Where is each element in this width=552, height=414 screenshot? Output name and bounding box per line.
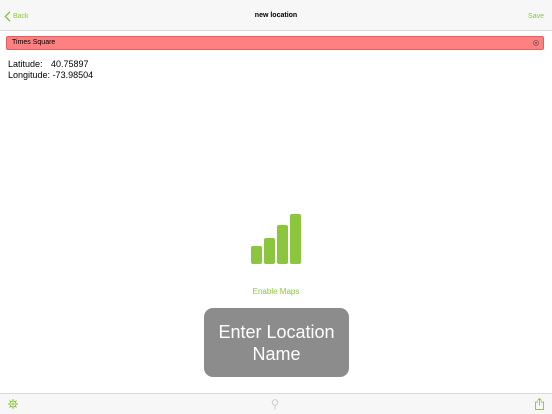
coordinates-readout: Latitude: 40.75897 Longitude: -73.98504 <box>8 59 93 81</box>
location-pin-icon[interactable] <box>271 399 279 410</box>
bottom-toolbar <box>0 393 552 414</box>
share-icon[interactable] <box>535 398 544 410</box>
signal-bars-icon <box>251 214 301 264</box>
search-value: Times Square <box>12 39 56 46</box>
location-search-field[interactable]: Times Square <box>6 36 544 50</box>
toast-message: Enter Location Name <box>204 308 349 377</box>
longitude-row: Longitude: -73.98504 <box>8 70 93 81</box>
clear-icon[interactable] <box>533 40 539 46</box>
longitude-label: Longitude: <box>8 70 51 80</box>
navigation-bar: Back new location Save <box>0 0 552 31</box>
longitude-value: -73.98504 <box>52 70 94 80</box>
latitude-label: Latitude: <box>8 59 43 69</box>
screen: Back new location Save Times Square Lati… <box>0 0 552 414</box>
latitude-value: 40.75897 <box>51 59 89 69</box>
latitude-row: Latitude: 40.75897 <box>8 59 93 70</box>
settings-icon[interactable] <box>8 399 18 409</box>
save-button[interactable]: Save <box>528 13 544 20</box>
page-title: new location <box>254 12 298 19</box>
enable-maps-button[interactable]: Enable Maps <box>0 287 552 296</box>
